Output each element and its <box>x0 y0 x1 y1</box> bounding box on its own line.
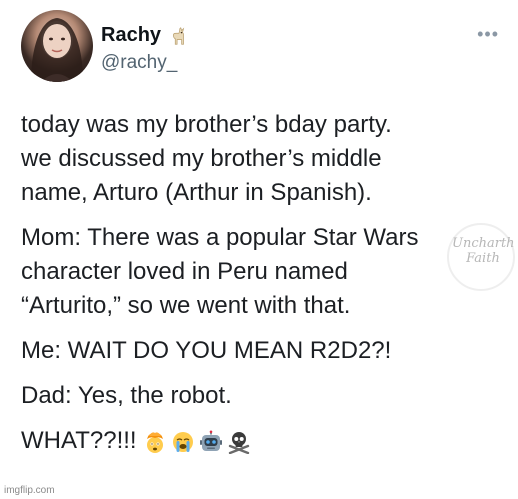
llama-icon <box>173 26 185 45</box>
tweet-paragraph-5: WHAT??!!! <box>21 424 501 458</box>
tweet-paragraph-3: Me: WAIT DO YOU MEAN R2D2?! <box>21 337 392 364</box>
tweet-last-line: WHAT??!!! <box>21 427 137 454</box>
tweet-header: Rachy @rachy_ ••• <box>21 10 501 82</box>
watermark-text: Uncharth Faith <box>452 236 515 266</box>
crying-face-icon <box>172 431 193 452</box>
emoji-row <box>143 430 251 454</box>
tweet-paragraph-2: Mom: There was a popular Star Wars chara… <box>21 224 419 319</box>
avatar[interactable] <box>21 10 93 82</box>
tweet-card: Rachy @rachy_ ••• today was my brother’s… <box>0 0 518 499</box>
skull-crossbones-icon <box>228 431 249 454</box>
exploding-head-icon <box>146 432 163 453</box>
tweet-paragraph-4: Dad: Yes, the robot. <box>21 382 232 409</box>
more-options-icon[interactable]: ••• <box>477 24 499 45</box>
tweet-paragraph-1: today was my brother’s bday party. we di… <box>21 111 392 206</box>
author-name[interactable]: Rachy <box>101 24 161 47</box>
author-handle[interactable]: @rachy_ <box>101 52 177 74</box>
robot-icon <box>199 430 222 451</box>
imgflip-credit: imgflip.com <box>4 485 55 496</box>
tweet-text: today was my brother’s bday party. we di… <box>21 108 501 469</box>
author-name-row[interactable]: Rachy <box>101 24 189 47</box>
